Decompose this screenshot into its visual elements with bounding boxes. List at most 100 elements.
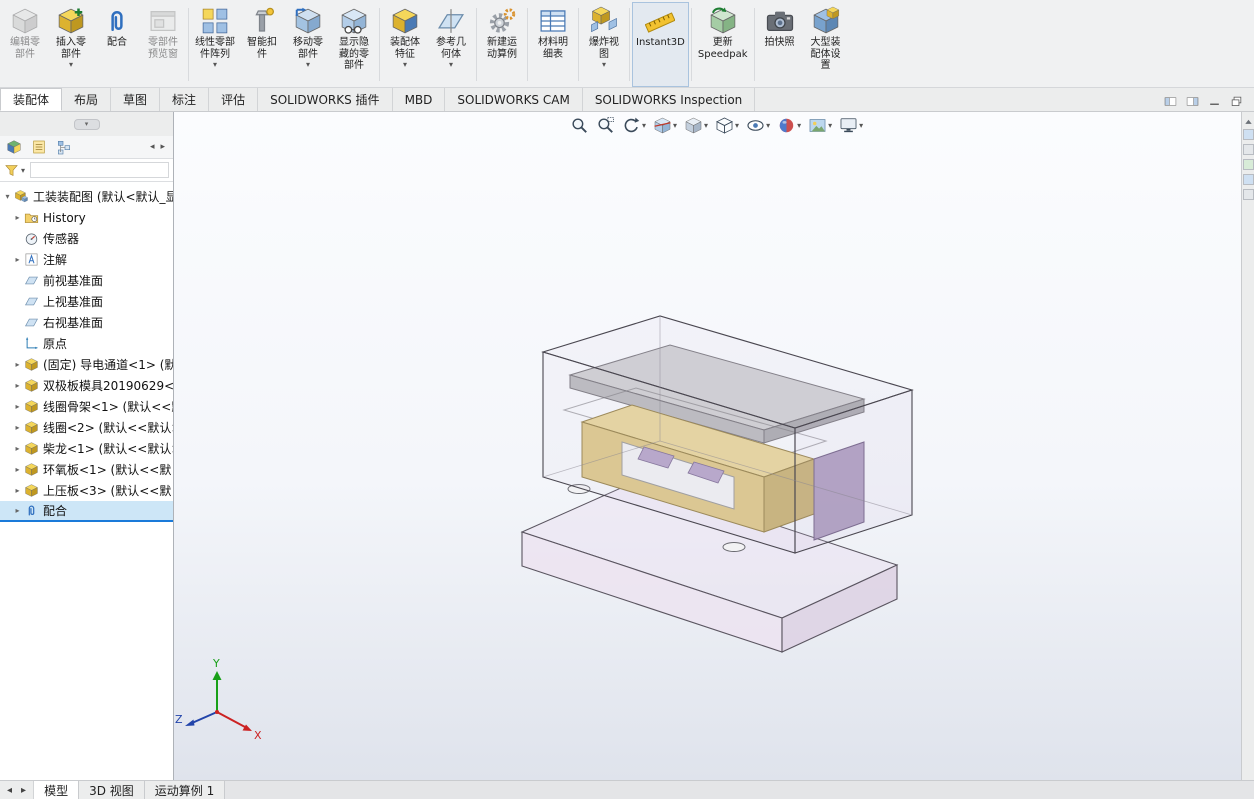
edit-component-button[interactable]: 编辑零 部件: [2, 2, 48, 87]
command-tab[interactable]: 布局: [62, 88, 112, 111]
restore-icon[interactable]: [1229, 93, 1244, 106]
model-view[interactable]: Y X Z: [174, 112, 1241, 780]
command-tab[interactable]: SOLIDWORKS CAM: [445, 88, 583, 111]
tree-item[interactable]: 前视基准面: [0, 270, 173, 291]
task-pane-button[interactable]: [1242, 174, 1254, 185]
expander-icon[interactable]: ▸: [12, 360, 23, 369]
linear-pattern-button[interactable]: 线性零部 件阵列 ▾: [191, 2, 239, 87]
tree-item[interactable]: ▸ (固定) 导电通道<1> (默: [0, 354, 173, 375]
tree-root-item[interactable]: ▾ 工装装配图 (默认<默认_显: [0, 186, 173, 207]
update-speedpak-button[interactable]: 更新 Speedpak: [694, 2, 752, 87]
scroll-up-icon[interactable]: [1243, 113, 1254, 125]
smart-fasteners-button[interactable]: 智能扣 件: [239, 2, 285, 87]
view-settings-button[interactable]: ▾: [838, 115, 864, 136]
task-pane-button[interactable]: [1242, 129, 1254, 140]
edit-appearance-button[interactable]: ▾: [776, 115, 802, 136]
filter-caret-icon[interactable]: ▾: [21, 166, 25, 175]
bottom-tab[interactable]: 运动算例 1: [145, 781, 226, 799]
previous-view-button[interactable]: ▾: [621, 115, 647, 136]
dropdown-caret-icon[interactable]: ▾: [449, 60, 453, 69]
dropdown-caret-icon[interactable]: ▾: [213, 60, 217, 69]
view-orientation-button[interactable]: ▾: [683, 115, 709, 136]
expander-icon[interactable]: ▸: [12, 402, 23, 411]
tree-item[interactable]: 右视基准面: [0, 312, 173, 333]
panel-collapse-handle[interactable]: ▾: [0, 112, 173, 136]
configurationmanager-tab-icon[interactable]: [56, 139, 72, 155]
component-preview-button[interactable]: 零部件 预览窗: [140, 2, 186, 87]
tree-item[interactable]: ▸ History: [0, 207, 173, 228]
command-tab[interactable]: 标注: [160, 88, 210, 111]
tree-item[interactable]: ▸ 配合: [0, 501, 173, 522]
propertymanager-tab-icon[interactable]: [31, 139, 47, 155]
move-component-button[interactable]: 移动零 部件 ▾: [285, 2, 331, 87]
instant3d-button[interactable]: Instant3D: [632, 2, 689, 87]
chevron-right-icon[interactable]: ▸: [158, 142, 167, 152]
exploded-view-button[interactable]: 爆炸视 图 ▾: [581, 2, 627, 87]
pane-right-icon[interactable]: [1185, 93, 1200, 106]
command-tab[interactable]: SOLIDWORKS 插件: [258, 88, 393, 111]
dropdown-caret-icon[interactable]: ▾: [602, 60, 606, 69]
graphics-area[interactable]: ▾ ▾ ▾ ▾ ▾ ▾ ▾ ▾ Y X Z: [174, 112, 1241, 780]
panel-collapse-icon[interactable]: ▾: [73, 118, 100, 130]
insert-component-button[interactable]: 插入零 部件 ▾: [48, 2, 94, 87]
dropdown-caret-icon[interactable]: ▾: [859, 121, 863, 130]
tab-scroll-left-icon[interactable]: ◂: [4, 785, 15, 796]
tab-scroll-right-icon[interactable]: ▸: [18, 785, 29, 796]
tree-item[interactable]: ▸ 环氧板<1> (默认<<默: [0, 459, 173, 480]
large-assembly-button[interactable]: 大型装 配体设 置: [803, 2, 849, 87]
pane-left-icon[interactable]: [1163, 93, 1178, 106]
expander-icon[interactable]: ▸: [12, 381, 23, 390]
orientation-triad[interactable]: Y X Z: [175, 657, 262, 742]
tree-item[interactable]: 上视基准面: [0, 291, 173, 312]
zoom-area-button[interactable]: [595, 115, 616, 136]
snapshot-button[interactable]: 拍快照: [757, 2, 803, 87]
command-tab[interactable]: MBD: [393, 88, 446, 111]
tree-item[interactable]: ▸ 注解: [0, 249, 173, 270]
command-tab[interactable]: 装配体: [0, 88, 63, 111]
tree-item[interactable]: 传感器: [0, 228, 173, 249]
zoom-fit-button[interactable]: [569, 115, 590, 136]
tree-item[interactable]: ▸ 上压板<3> (默认<<默: [0, 480, 173, 501]
bottom-tab[interactable]: 模型: [34, 781, 80, 799]
expander-icon[interactable]: ▾: [2, 192, 13, 201]
dropdown-caret-icon[interactable]: ▾: [69, 60, 73, 69]
tree-item[interactable]: ▸ 线圈骨架<1> (默认<<默: [0, 396, 173, 417]
chevron-left-icon[interactable]: ◂: [148, 142, 157, 152]
hide-show-items-button[interactable]: ▾: [745, 115, 771, 136]
section-view-button[interactable]: ▾: [652, 115, 678, 136]
mate-button[interactable]: 配合: [94, 2, 140, 87]
show-hidden-button[interactable]: 显示隐 藏的零 部件: [331, 2, 377, 87]
dropdown-caret-icon[interactable]: ▾: [306, 60, 310, 69]
command-tab[interactable]: 草图: [111, 88, 161, 111]
task-pane-button[interactable]: [1242, 189, 1254, 200]
task-pane-button[interactable]: [1242, 144, 1254, 155]
dropdown-caret-icon[interactable]: ▾: [735, 121, 739, 130]
expander-icon[interactable]: ▸: [12, 444, 23, 453]
bom-button[interactable]: 材料明 细表: [530, 2, 576, 87]
tree-item[interactable]: ▸ 柴龙<1> (默认<<默认>: [0, 438, 173, 459]
expander-icon[interactable]: ▸: [12, 465, 23, 474]
tree-item[interactable]: ▸ 双极板模具20190629<: [0, 375, 173, 396]
dropdown-caret-icon[interactable]: ▾: [642, 121, 646, 130]
bottom-tab[interactable]: 3D 视图: [79, 781, 145, 799]
dropdown-caret-icon[interactable]: ▾: [828, 121, 832, 130]
assembly-features-button[interactable]: 装配体 特征 ▾: [382, 2, 428, 87]
tree-filter-input[interactable]: [30, 162, 169, 178]
minimize-icon[interactable]: [1207, 93, 1222, 106]
featuremanager-tab-icon[interactable]: [6, 139, 22, 155]
dropdown-caret-icon[interactable]: ▾: [766, 121, 770, 130]
expander-icon[interactable]: ▸: [12, 213, 23, 222]
dropdown-caret-icon[interactable]: ▾: [704, 121, 708, 130]
task-pane-button[interactable]: [1242, 159, 1254, 170]
apply-scene-button[interactable]: ▾: [807, 115, 833, 136]
expander-icon[interactable]: ▸: [12, 255, 23, 264]
expander-icon[interactable]: ▸: [12, 486, 23, 495]
display-style-button[interactable]: ▾: [714, 115, 740, 136]
dropdown-caret-icon[interactable]: ▾: [403, 60, 407, 69]
dropdown-caret-icon[interactable]: ▾: [797, 121, 801, 130]
tree-item[interactable]: ▸ 线圈<2> (默认<<默认>: [0, 417, 173, 438]
motion-study-button[interactable]: 新建运 动算例: [479, 2, 525, 87]
command-tab[interactable]: SOLIDWORKS Inspection: [583, 88, 756, 111]
dropdown-caret-icon[interactable]: ▾: [673, 121, 677, 130]
tree-item[interactable]: 原点: [0, 333, 173, 354]
